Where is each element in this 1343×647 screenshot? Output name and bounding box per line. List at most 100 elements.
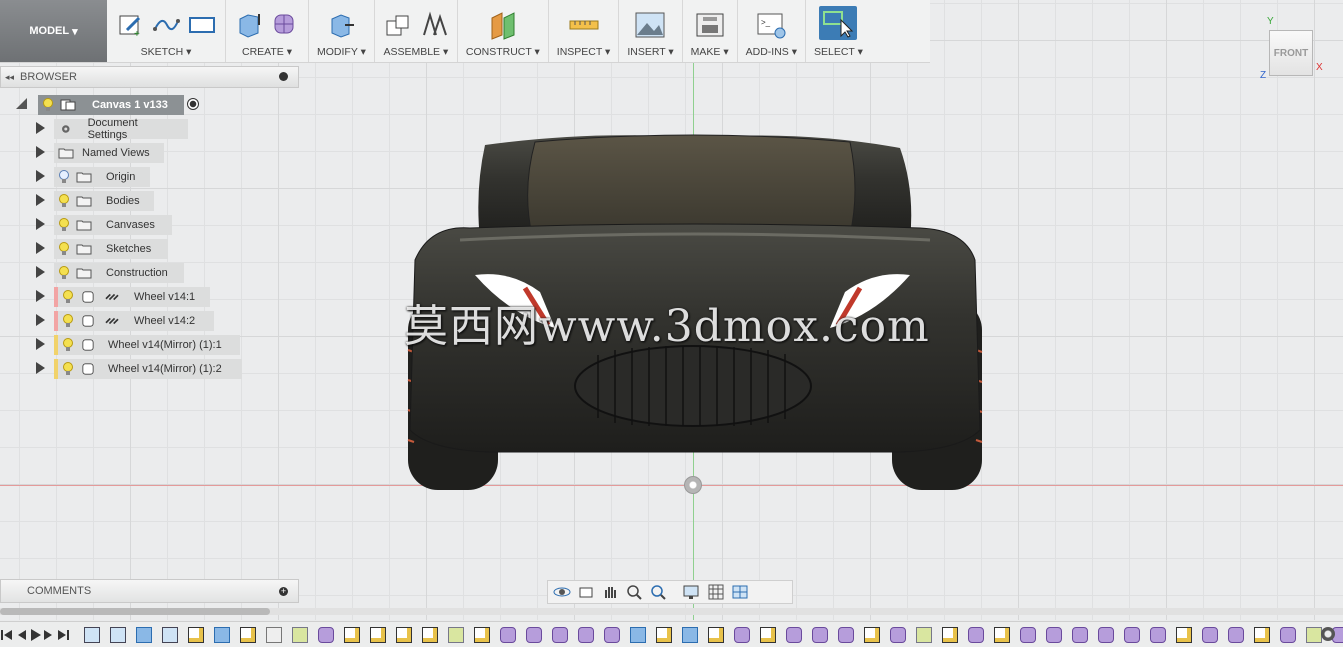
timeline-feature-extrude-icon[interactable]: [682, 626, 698, 643]
timeline-feature-form-icon[interactable]: [968, 626, 984, 643]
grid-settings-icon[interactable]: [706, 583, 726, 601]
timeline-feature-form-icon[interactable]: [1228, 626, 1244, 643]
root-expand-icon[interactable]: [16, 98, 27, 109]
timeline-feature-joint-icon[interactable]: [448, 626, 464, 643]
orbit-icon[interactable]: [552, 583, 572, 601]
timeline-feature-form-icon[interactable]: [786, 626, 802, 643]
pan-hand-icon[interactable]: [600, 583, 620, 601]
timeline-feature-sketch-icon[interactable]: [344, 626, 360, 643]
rectangle-icon[interactable]: [187, 10, 217, 40]
timeline-feature-form-icon[interactable]: [812, 626, 828, 643]
visibility-bulb-icon[interactable]: [58, 170, 70, 184]
create-group[interactable]: CREATE ▾: [226, 0, 309, 62]
visibility-bulb-icon[interactable]: [62, 338, 74, 352]
timeline-feature-form-icon[interactable]: [500, 626, 516, 643]
timeline-feature-extrude-icon[interactable]: [136, 626, 152, 643]
timeline-feature-form-icon[interactable]: [1150, 626, 1166, 643]
measure-icon[interactable]: [569, 10, 599, 40]
go-to-start-icon[interactable]: [0, 624, 14, 646]
timeline-feature-sketch-icon[interactable]: [864, 626, 880, 643]
expand-icon[interactable]: [36, 362, 45, 374]
timeline-feature-canvas-icon[interactable]: [84, 626, 100, 643]
spline-icon[interactable]: [151, 10, 181, 40]
assemble-group[interactable]: ASSEMBLE ▾: [375, 0, 458, 62]
timeline-feature-canvas-icon[interactable]: [162, 626, 178, 643]
expand-icon[interactable]: [36, 266, 45, 278]
browser-menu-icon[interactable]: [279, 72, 288, 81]
make-group[interactable]: MAKE ▾: [683, 0, 738, 62]
fit-zoom-icon[interactable]: [648, 583, 668, 601]
select-icon[interactable]: [819, 6, 858, 40]
visibility-bulb-icon[interactable]: [58, 266, 70, 280]
expand-icon[interactable]: [36, 242, 45, 254]
visibility-bulb-icon[interactable]: [42, 98, 54, 112]
modify-group[interactable]: MODIFY ▾: [309, 0, 375, 62]
timeline-feature-joint-icon[interactable]: [292, 626, 308, 643]
timeline-feature-move-icon[interactable]: [266, 626, 282, 643]
origin-point[interactable]: [684, 476, 702, 494]
sketch-group[interactable]: + SKETCH ▾: [107, 0, 226, 62]
timeline-feature-joint-icon[interactable]: [1306, 626, 1322, 643]
step-forward-icon[interactable]: [42, 624, 56, 646]
view-cube-face[interactable]: FRONT: [1269, 30, 1313, 76]
tree-root-canvas[interactable]: Canvas 1 v133: [38, 95, 184, 115]
expand-icon[interactable]: [36, 122, 45, 134]
joint-icon[interactable]: [419, 10, 449, 40]
inspect-group[interactable]: INSPECT ▾: [549, 0, 620, 62]
visibility-bulb-icon[interactable]: [62, 290, 74, 304]
timeline-feature-sketch-icon[interactable]: [188, 626, 204, 643]
scripts-icon[interactable]: >_: [756, 10, 786, 40]
timeline-feature-form-icon[interactable]: [1046, 626, 1062, 643]
timeline-settings-gear-icon[interactable]: [1321, 627, 1335, 641]
go-to-end-icon[interactable]: [56, 624, 70, 646]
expand-icon[interactable]: [36, 338, 45, 350]
display-settings-icon[interactable]: [682, 583, 702, 601]
select-group[interactable]: SELECT ▾: [806, 0, 871, 62]
add-ins-group[interactable]: >_ ADD-INS ▾: [738, 0, 806, 62]
timeline-feature-sketch-icon[interactable]: [474, 626, 490, 643]
visibility-bulb-icon[interactable]: [62, 314, 74, 328]
expand-icon[interactable]: [36, 314, 45, 326]
timeline-feature-form-icon[interactable]: [552, 626, 568, 643]
workspace-switcher[interactable]: MODEL ▾: [0, 0, 107, 62]
timeline-feature-extrude-icon[interactable]: [630, 626, 646, 643]
timeline-feature-sketch-icon[interactable]: [708, 626, 724, 643]
timeline-feature-form-icon[interactable]: [318, 626, 334, 643]
timeline-feature-form-icon[interactable]: [1202, 626, 1218, 643]
timeline-feature-form-icon[interactable]: [1072, 626, 1088, 643]
comments-panel[interactable]: COMMENTS +: [0, 579, 299, 603]
play-icon[interactable]: [28, 624, 42, 646]
timeline-feature-form-icon[interactable]: [734, 626, 750, 643]
insert-group[interactable]: INSERT ▾: [619, 0, 683, 62]
timeline-feature-sketch-icon[interactable]: [1176, 626, 1192, 643]
extrude-icon[interactable]: [234, 10, 264, 40]
expand-icon[interactable]: [36, 146, 45, 158]
visibility-bulb-icon[interactable]: [58, 242, 70, 256]
visibility-bulb-icon[interactable]: [62, 362, 74, 376]
zoom-icon[interactable]: [624, 583, 644, 601]
timeline-feature-canvas-icon[interactable]: [110, 626, 126, 643]
look-at-icon[interactable]: [576, 583, 596, 601]
press-pull-icon[interactable]: [326, 10, 356, 40]
timeline-feature-sketch-icon[interactable]: [760, 626, 776, 643]
canvas-viewport[interactable]: 莫西网www.3dmox.com: [0, 0, 1343, 620]
timeline-feature-sketch-icon[interactable]: [656, 626, 672, 643]
viewports-icon[interactable]: [730, 583, 750, 601]
collapse-browser-icon[interactable]: ◂◂: [5, 72, 14, 83]
timeline-feature-sketch-icon[interactable]: [396, 626, 412, 643]
timeline-feature-form-icon[interactable]: [526, 626, 542, 643]
step-back-icon[interactable]: [14, 624, 28, 646]
horizontal-scrollbar-thumb[interactable]: [0, 608, 270, 615]
visibility-bulb-icon[interactable]: [58, 194, 70, 208]
timeline-feature-form-icon[interactable]: [604, 626, 620, 643]
insert-image-icon[interactable]: [635, 10, 665, 40]
expand-icon[interactable]: [36, 194, 45, 206]
construct-group[interactable]: CONSTRUCT ▾: [458, 0, 549, 62]
timeline-feature-form-icon[interactable]: [1124, 626, 1140, 643]
timeline-feature-sketch-icon[interactable]: [422, 626, 438, 643]
offset-plane-icon[interactable]: [488, 10, 518, 40]
add-comment-icon[interactable]: +: [279, 587, 288, 596]
timeline-feature-sketch-icon[interactable]: [942, 626, 958, 643]
browser-header[interactable]: ◂◂ BROWSER: [0, 66, 299, 88]
create-sketch-icon[interactable]: +: [115, 10, 145, 40]
